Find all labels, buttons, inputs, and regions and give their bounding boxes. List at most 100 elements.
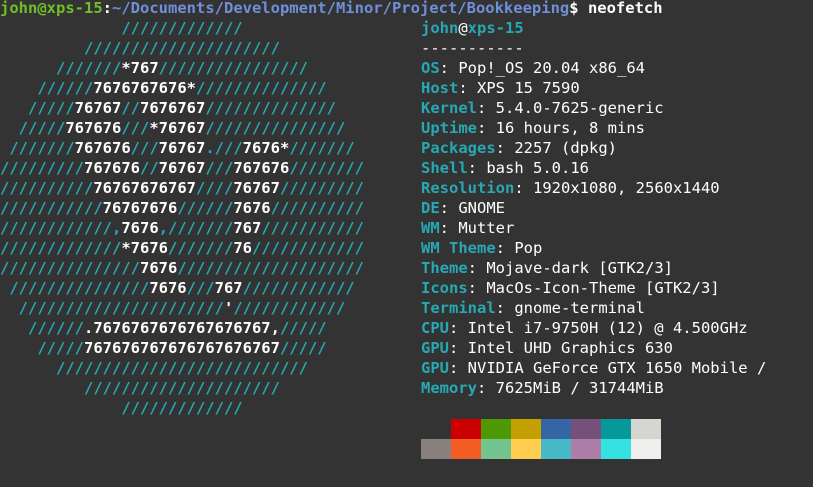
logo-line: //////////76767676767////76767///////// (0, 178, 364, 198)
logo-segment: 767676767676767676767 (84, 339, 280, 357)
logo-segment: ///// (0, 339, 84, 357)
info-field-value: 1920x1080, 2560x1440 (533, 179, 720, 197)
info-at: @ (458, 19, 468, 37)
info-field-value: Mojave-dark [GTK2/3] (486, 259, 673, 277)
logo-line: //////.7676767676767676767,///// (0, 318, 364, 338)
logo-segment: /////// (168, 239, 234, 257)
logo-segment: ///// (279, 319, 327, 337)
info-field-key: Shell (421, 159, 468, 177)
logo-segment: 76767 (233, 179, 280, 197)
logo-segment: ////////// (270, 199, 364, 217)
logo-line: /////767676///*76767/////////////// (0, 118, 364, 138)
logo-segment: .7676767676767676767, (84, 319, 280, 337)
logo-line: /////////767676//76767///767676//////// (0, 158, 364, 178)
palette-swatch (511, 439, 541, 459)
palette-swatch (601, 439, 631, 459)
info-field-key: Kernel (421, 99, 477, 117)
info-field: WM: Mutter (421, 219, 515, 237)
info-field-key: DE (421, 199, 440, 217)
info-field: Terminal: gnome-terminal (421, 299, 645, 317)
info-field-key: Icons (421, 279, 468, 297)
logo-segment: 767 (214, 279, 243, 297)
logo-line: //////7676767676*////////////// (0, 78, 364, 98)
logo-segment: ///////// (0, 159, 84, 177)
info-field-key: WM Theme (421, 239, 496, 257)
logo-segment: 7676 (149, 279, 187, 297)
info-field: Theme: Mojave-dark [GTK2/3] (421, 259, 673, 277)
logo-line: //////////////////////'//////////// (0, 298, 364, 318)
logo-segment: //////////////// (158, 59, 308, 77)
info-field-value: Mutter (458, 219, 515, 237)
logo-segment: /////////////// (0, 279, 150, 297)
logo-segment: 7676 (139, 259, 178, 277)
logo-segment: /////////////// (205, 119, 346, 137)
prompt-user-host: john@xps-15 (0, 0, 103, 17)
logo-segment: //////// (289, 159, 364, 177)
logo-segment: 76 (233, 239, 252, 257)
info-field: WM Theme: Pop (421, 239, 543, 257)
info-field-value: Pop!_OS 20.04 x86_64 (458, 59, 645, 77)
logo-segment: ////////// (0, 179, 94, 197)
logo-segment: 76767 (158, 139, 206, 157)
logo-segment: 7676* (242, 139, 290, 157)
info-field: Packages: 2257 (dpkg) (421, 139, 617, 157)
logo-segment: // (121, 99, 140, 117)
info-field: Resolution: 1920x1080, 2560x1440 (421, 179, 720, 197)
system-info-panel: john@xps-15 ----------- OS: Pop!_OS 20.0… (421, 18, 766, 398)
info-field: Icons: MacOs-Icon-Theme [GTK2/3] (421, 279, 720, 297)
info-fields: OS: Pop!_OS 20.04 x86_64 Host: XPS 15 759… (421, 58, 766, 398)
logo-line: /////767676767676767676767///// (0, 338, 364, 358)
logo-segment: /////// (0, 59, 122, 77)
shell-prompt-line: john@xps-15:~/Documents/Development/Mino… (0, 0, 663, 18)
palette-swatch (571, 439, 601, 459)
logo-segment: 767676 (65, 119, 122, 137)
logo-segment: /// (130, 139, 159, 157)
info-field-value: MacOs-Icon-Theme [GTK2/3] (486, 279, 720, 297)
logo-segment: ///////////// (0, 399, 243, 417)
info-field: OS: Pop!_OS 20.04 x86_64 (421, 59, 645, 77)
info-field-value: Pop (514, 239, 543, 257)
logo-segment: ./// (205, 139, 243, 157)
palette-swatch (451, 419, 481, 439)
logo-segment: /////// (289, 139, 355, 157)
info-field-key: Terminal (421, 299, 496, 317)
logo-line: ///////////////////// (0, 378, 364, 398)
info-field-key: GPU (421, 339, 449, 357)
typed-command: neofetch (578, 0, 663, 17)
info-field-value: 5.4.0-7625-generic (495, 99, 664, 117)
info-field-value: GNOME (458, 199, 506, 217)
info-field: GPU: NVIDIA GeForce GTX 1650 Mobile / (421, 359, 767, 377)
info-field-key: Memory (421, 379, 477, 397)
logo-segment: 767676 (74, 139, 131, 157)
logo-line: ///////////// (0, 398, 364, 418)
logo-line: /////76767//7676767////////////// (0, 98, 364, 118)
info-field-value: 2257 (dpkg) (514, 139, 617, 157)
logo-segment: ///////// (279, 179, 364, 197)
logo-segment: 76767 (74, 99, 122, 117)
info-field-value: gnome-terminal (514, 299, 645, 317)
logo-segment: ////////////, (0, 219, 122, 237)
info-field-value: XPS 15 7590 (477, 79, 580, 97)
logo-segment: //// (195, 179, 234, 197)
logo-segment: /////////// (0, 199, 103, 217)
logo-line: ///////////////////// (0, 38, 364, 58)
logo-segment: ///// (0, 99, 75, 117)
palette-swatch (421, 439, 451, 459)
info-field-key: Theme (421, 259, 468, 277)
info-field-value: 7625MiB / 31744MiB (495, 379, 664, 397)
logo-segment: /// (121, 119, 150, 137)
logo-segment: //////////// (242, 279, 355, 297)
ascii-logo: ///////////// ///////////////////// ////… (0, 18, 364, 418)
info-field: Host: XPS 15 7590 (421, 79, 580, 97)
logo-segment: /////////// (261, 219, 364, 237)
logo-segment: /////// (0, 139, 75, 157)
info-field: Kernel: 5.4.0-7625-generic (421, 99, 664, 117)
logo-segment: ,/////// (158, 219, 234, 237)
prompt-separator: : (102, 0, 112, 17)
info-field-key: Resolution (421, 179, 515, 197)
logo-line: /////////////////////////// (0, 358, 364, 378)
logo-segment: ////// (0, 79, 94, 97)
logo-segment: ////////////////////// (0, 299, 224, 317)
logo-line: ////////////,7676,///////767/////////// (0, 218, 364, 238)
info-field-value: Intel i7-9750H (12) @ 4.500GHz (467, 319, 748, 337)
